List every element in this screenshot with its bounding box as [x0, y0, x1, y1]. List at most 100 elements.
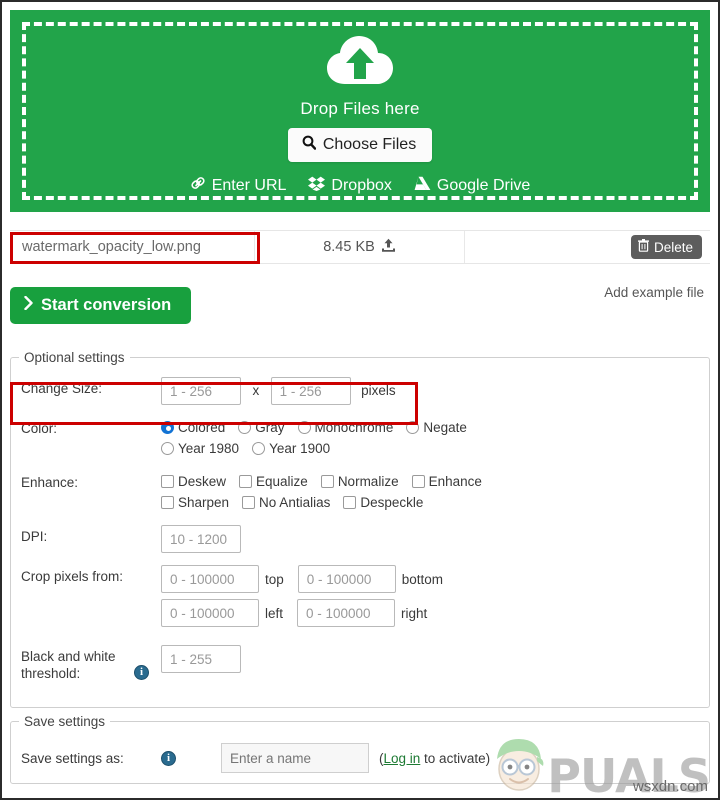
enhance-option-despeckle[interactable]: Despeckle	[343, 492, 423, 513]
radio-icon[interactable]	[161, 442, 174, 455]
uploaded-file-row: watermark_opacity_low.png 8.45 KB Delete	[10, 230, 710, 264]
radio-icon[interactable]	[406, 421, 420, 434]
crop-top-input[interactable]	[161, 565, 259, 593]
enhance-option-deskew[interactable]: Deskew	[161, 471, 226, 492]
save-settings-legend: Save settings	[24, 714, 106, 729]
radio-icon[interactable]	[238, 421, 252, 434]
color-options: Colored Gray Monochrome Negate Year 1980…	[161, 417, 709, 459]
color-option-label: Year 1980	[178, 441, 240, 456]
optional-settings-rows: Change Size: x pixels Color: Colored	[11, 365, 709, 682]
chevron-right-icon	[24, 295, 33, 315]
dpi-label: DPI:	[21, 529, 48, 544]
checkbox-icon[interactable]	[161, 475, 174, 488]
dropzone-dashed-border: Drop Files here Choose Files Enter URL D…	[22, 22, 698, 200]
save-settings-fieldset: Save settings Save settings as: i (Log i…	[10, 714, 710, 784]
color-option-negate[interactable]: Negate	[406, 417, 467, 438]
color-row: Color: Colored Gray Monochrome Negate Ye…	[21, 417, 709, 459]
checkbox-icon[interactable]	[161, 496, 174, 509]
checkbox-icon[interactable]	[343, 496, 357, 509]
enter-url-link[interactable]: Enter URL	[190, 175, 286, 196]
delete-file-button[interactable]: Delete	[630, 235, 702, 259]
upload-icon	[381, 238, 396, 257]
enhance-option-label: Deskew	[178, 474, 227, 489]
enhance-option-equalize[interactable]: Equalize	[239, 471, 308, 492]
info-icon[interactable]: i	[161, 750, 176, 766]
page-root: Drop Files here Choose Files Enter URL D…	[0, 0, 720, 800]
checkbox-icon[interactable]	[320, 475, 334, 488]
crop-line-left-right: left right	[161, 599, 709, 627]
color-option-monochrome[interactable]: Monochrome	[297, 417, 393, 438]
crop-top-unit: top	[265, 571, 284, 587]
enhance-options-line-1: Deskew Equalize Normalize Enhance	[161, 471, 709, 492]
login-link[interactable]: Log in	[384, 751, 421, 766]
save-settings-label: Save settings as:	[21, 750, 124, 766]
change-size-separator: x	[252, 383, 260, 399]
enhance-option-sharpen[interactable]: Sharpen	[161, 492, 229, 513]
choose-files-button[interactable]: Choose Files	[287, 128, 433, 162]
color-option-colored[interactable]: Colored	[161, 417, 225, 438]
save-settings-name-input[interactable]	[221, 743, 369, 773]
color-option-label: Colored	[178, 420, 226, 435]
file-name-field[interactable]: watermark_opacity_low.png	[10, 231, 255, 263]
enhance-option-label: Sharpen	[178, 495, 230, 510]
bw-threshold-input[interactable]	[161, 645, 241, 673]
change-size-fields: x pixels	[161, 377, 709, 405]
color-option-year-1900[interactable]: Year 1900	[252, 438, 330, 459]
upload-source-links: Enter URL Dropbox Google Drive	[190, 175, 530, 196]
save-settings-row: Save settings as: i (Log in to activate)	[11, 729, 709, 773]
color-option-label: Year 1900	[269, 441, 331, 456]
change-size-height-input[interactable]	[270, 377, 351, 405]
enhance-option-normalize[interactable]: Normalize	[320, 471, 399, 492]
file-actions-cell: Delete	[465, 231, 710, 263]
save-settings-info-wrap: i	[161, 750, 221, 766]
crop-bottom-input[interactable]	[297, 565, 396, 593]
info-icon[interactable]: i	[134, 665, 149, 680]
crop-line-top-bottom: top bottom	[161, 565, 709, 593]
file-dropzone[interactable]: Drop Files here Choose Files Enter URL D…	[10, 10, 710, 212]
change-size-label: Change Size:	[21, 381, 103, 396]
checkbox-icon[interactable]	[411, 475, 425, 488]
bw-threshold-label-wrap: Black and white threshold: i	[21, 645, 161, 682]
optional-settings-legend: Optional settings	[24, 350, 125, 365]
add-example-file-link[interactable]: Add example file	[604, 285, 704, 300]
checkbox-icon[interactable]	[242, 496, 256, 509]
color-option-gray[interactable]: Gray	[238, 417, 285, 438]
enhance-options: Deskew Equalize Normalize Enhance Sharpe…	[161, 471, 709, 513]
file-name-text: watermark_opacity_low.png	[22, 239, 201, 255]
crop-left-input[interactable]	[161, 599, 259, 627]
bw-threshold-label: Black and white threshold:	[21, 649, 116, 681]
enhance-label: Enhance:	[21, 475, 79, 490]
change-size-width-input[interactable]	[161, 377, 241, 405]
bw-threshold-row: Black and white threshold: i	[21, 645, 709, 682]
start-conversion-button[interactable]: Start conversion	[10, 287, 192, 324]
color-option-label: Negate	[423, 420, 467, 435]
enhance-option-label: Normalize	[337, 474, 399, 489]
enhance-option-label: Equalize	[256, 474, 308, 489]
color-options-line-1: Colored Gray Monochrome Negate	[161, 417, 709, 438]
crop-label: Crop pixels from:	[21, 569, 124, 584]
dpi-input[interactable]	[161, 525, 241, 553]
enhance-option-label: Despeckle	[360, 495, 424, 510]
google-drive-link[interactable]: Google Drive	[414, 176, 530, 196]
optional-settings-fieldset: Optional settings Change Size: x pixels …	[10, 350, 710, 708]
crop-fields: top bottom left right	[161, 565, 709, 633]
enhance-row: Enhance: Deskew Equalize Normalize Enhan…	[21, 471, 709, 513]
crop-right-input[interactable]	[297, 599, 396, 627]
dropbox-icon	[308, 176, 326, 196]
dpi-row: DPI:	[21, 525, 709, 553]
choose-files-label: Choose Files	[322, 136, 417, 153]
bw-threshold-field	[161, 645, 709, 673]
search-icon	[302, 135, 317, 155]
google-drive-label: Google Drive	[436, 176, 531, 194]
radio-icon[interactable]	[161, 421, 174, 434]
radio-icon[interactable]	[297, 421, 311, 434]
checkbox-icon[interactable]	[239, 475, 253, 488]
crop-bottom-unit: bottom	[401, 571, 444, 587]
enhance-option-enhance[interactable]: Enhance	[411, 471, 482, 492]
dropbox-link[interactable]: Dropbox	[308, 176, 392, 196]
radio-icon[interactable]	[252, 442, 266, 455]
cloud-upload-icon	[325, 34, 395, 93]
color-option-year-1980[interactable]: Year 1980	[161, 438, 239, 459]
enhance-option-no-antialias[interactable]: No Antialias	[242, 492, 330, 513]
enhance-option-label: Enhance	[428, 474, 482, 489]
